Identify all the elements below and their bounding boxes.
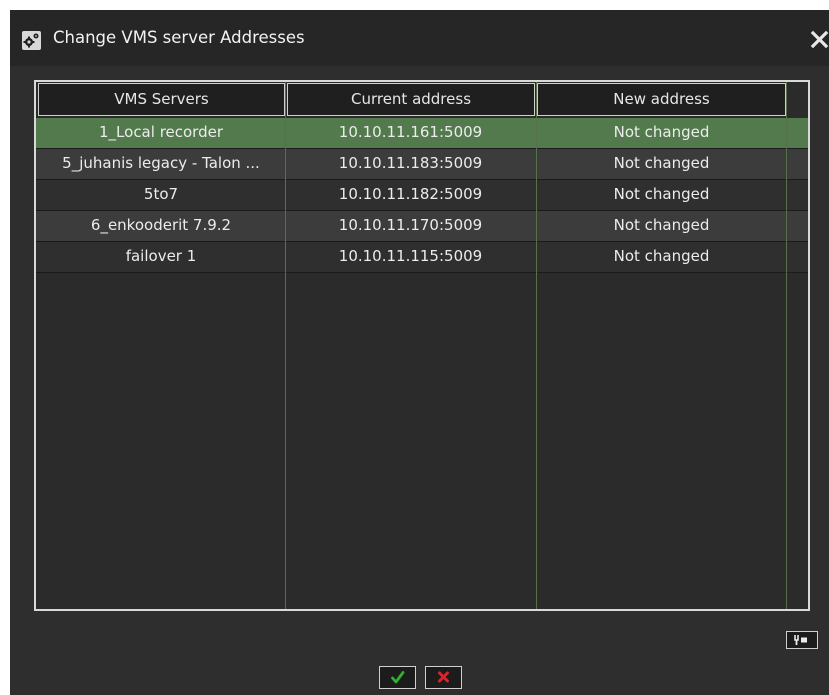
current-address-cell: 10.10.11.170:5009 [338,216,483,234]
column-header-current-address[interactable]: Current address [287,83,535,116]
ok-button[interactable] [379,666,416,689]
current-address-cell: 10.10.11.182:5009 [338,185,483,203]
table-row[interactable]: failover 1 10.10.11.115:5009 Not changed [36,242,808,273]
dialog-titlebar: Change VMS server Addresses [10,10,829,66]
current-address-cell: 10.10.11.161:5009 [338,123,483,141]
dialog-title: Change VMS server Addresses [53,28,305,47]
current-address-cell: 10.10.11.115:5009 [338,247,483,265]
new-address-cell[interactable]: Not changed [537,149,786,179]
server-name-cell: failover 1 [125,247,197,265]
column-divider [786,82,787,609]
checkmark-icon [391,671,405,684]
vms-servers-table: 1_Local recorder 10.10.11.161:5009 Not c… [34,80,810,611]
new-address-cell[interactable]: Not changed [537,211,786,241]
table-row[interactable]: 5_juhanis legacy - Talon ... 10.10.11.18… [36,149,808,180]
table-row[interactable]: 5to7 10.10.11.182:5009 Not changed [36,180,808,211]
server-name-cell: 1_Local recorder [99,123,223,141]
cancel-button[interactable] [425,666,462,689]
filter-button[interactable] [786,631,818,649]
server-name-cell: 5_juhanis legacy - Talon ... [62,154,260,172]
table-row[interactable]: 1_Local recorder 10.10.11.161:5009 Not c… [36,118,808,149]
column-divider [536,82,537,609]
column-header-new-address[interactable]: New address [537,83,786,116]
cross-icon [438,671,449,683]
new-address-cell[interactable]: Not changed [537,118,786,148]
server-name-cell: 5to7 [143,185,179,203]
change-vms-addresses-dialog: Change VMS server Addresses 1_Local reco… [10,10,829,695]
column-header-vms-servers[interactable]: VMS Servers [38,83,285,116]
new-address-cell[interactable]: Not changed [537,180,786,210]
column-divider [285,82,286,609]
current-address-cell: 10.10.11.183:5009 [338,154,483,172]
table-row[interactable]: 6_enkooderit 7.9.2 10.10.11.170:5009 Not… [36,211,808,242]
server-name-cell: 6_enkooderit 7.9.2 [90,216,232,234]
gear-icon [22,31,41,50]
new-address-cell[interactable]: Not changed [537,242,786,272]
filter-icon [794,635,807,645]
close-icon[interactable] [810,30,829,49]
